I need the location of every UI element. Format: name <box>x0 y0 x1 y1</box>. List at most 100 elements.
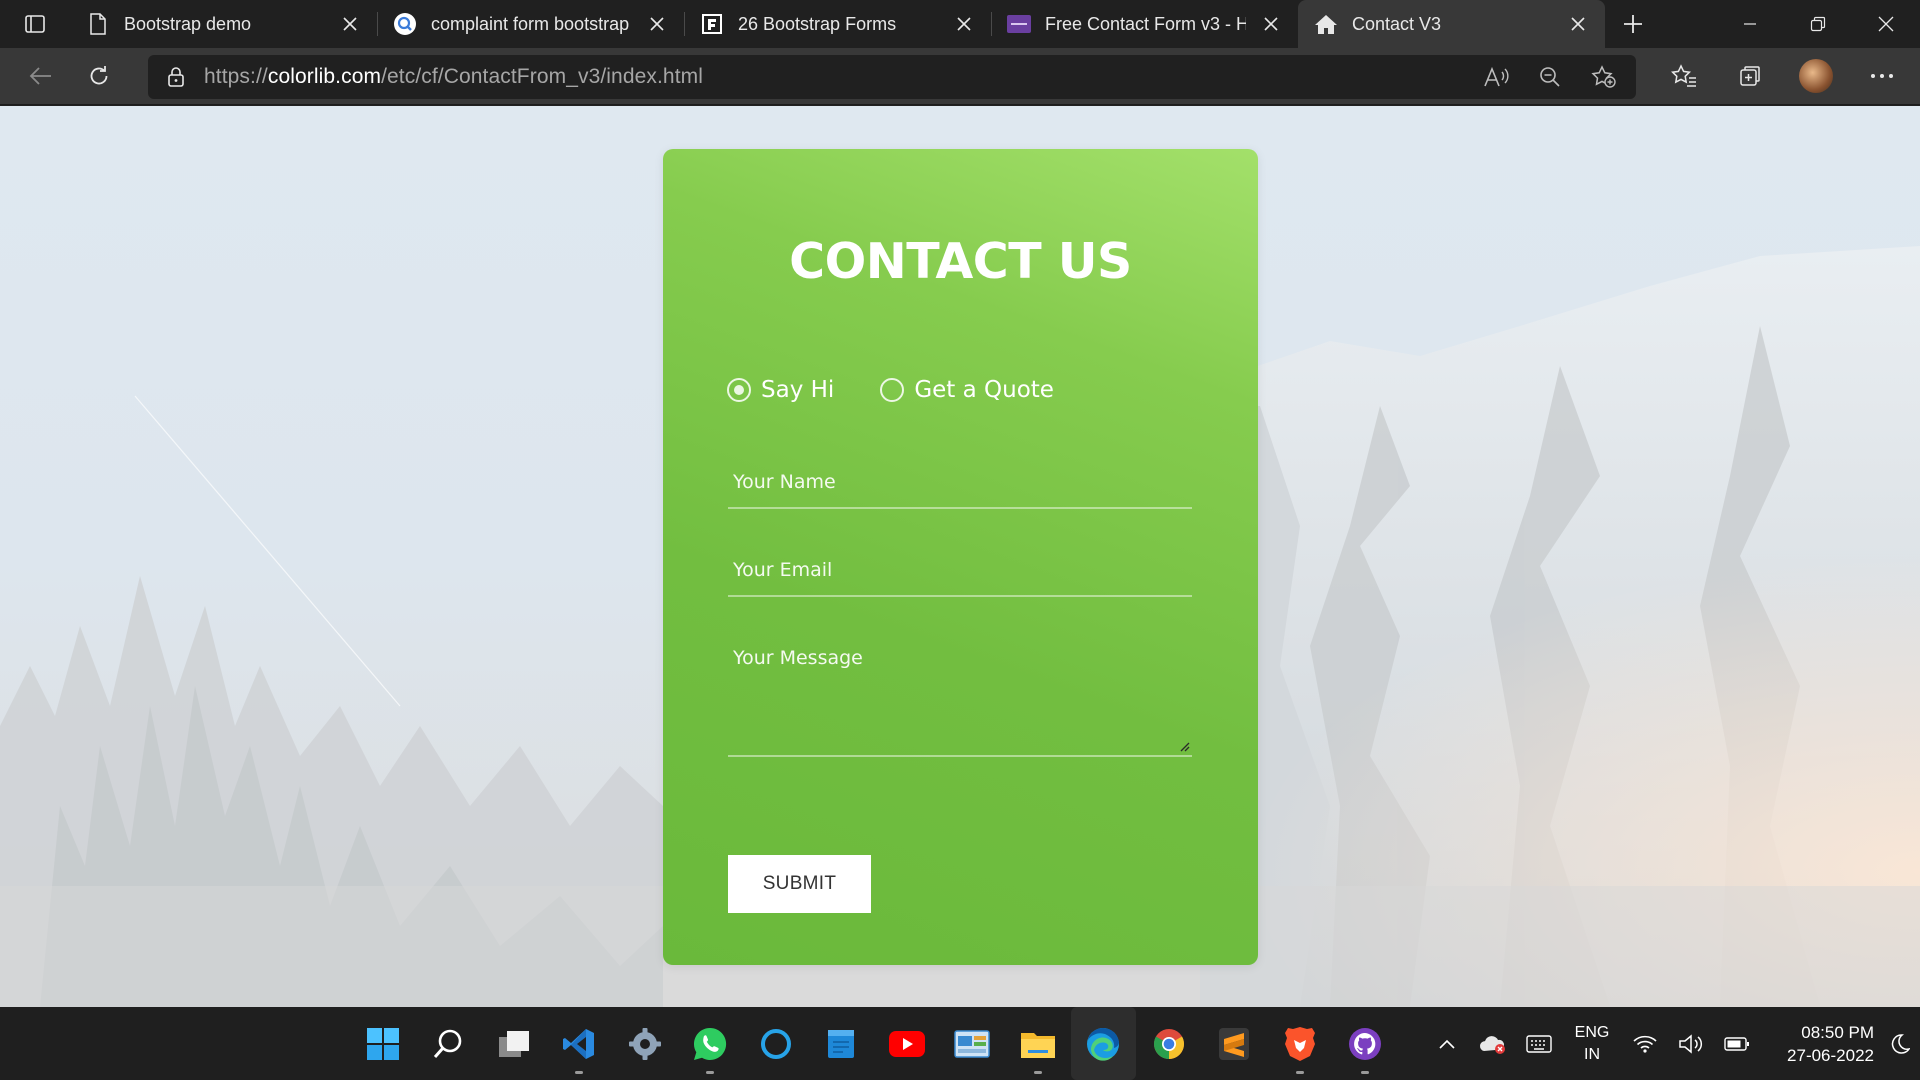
email-field[interactable]: Your Email <box>728 539 1192 597</box>
github-desktop-icon[interactable] <box>1333 1007 1399 1080</box>
toolbar-right-actions <box>1656 56 1910 96</box>
windows-taskbar: ENG IN 08:50 PM 27-06-2022 <box>0 1007 1920 1080</box>
search-icon[interactable] <box>416 1007 482 1080</box>
lock-icon[interactable] <box>148 66 204 88</box>
radio-checked-icon[interactable] <box>727 378 751 402</box>
home-icon <box>1314 12 1338 36</box>
show-hidden-icons-button[interactable] <box>1424 1038 1470 1050</box>
more-icon <box>1871 74 1893 78</box>
form-heading: CONTACT US <box>789 233 1132 290</box>
restore-icon <box>1810 16 1826 32</box>
youtube-icon[interactable] <box>874 1007 940 1080</box>
radio-label: Say Hi <box>761 377 835 403</box>
sublime-text-icon[interactable] <box>1202 1007 1268 1080</box>
tab-free-contact-form[interactable]: Free Contact Form v3 - HT <box>991 0 1298 48</box>
radio-say-hi[interactable]: Say Hi <box>727 377 834 403</box>
radio-unchecked-icon[interactable] <box>880 378 905 402</box>
region-code: IN <box>1584 1045 1600 1063</box>
wifi-icon[interactable] <box>1622 1034 1668 1054</box>
tab-strip: Bootstrap demo complaint form bootstrap … <box>0 0 1920 48</box>
name-field[interactable]: Your Name <box>728 451 1192 509</box>
cortana-icon[interactable] <box>743 1007 809 1080</box>
onedrive-icon[interactable] <box>1470 1033 1516 1055</box>
browser-toolbar: https://colorlib.com/etc/cf/ContactFrom_… <box>0 48 1920 105</box>
system-tray: ENG IN 08:50 PM 27-06-2022 <box>1424 1007 1920 1080</box>
back-button[interactable] <box>14 56 68 96</box>
windows-start-icon[interactable] <box>350 1007 416 1080</box>
new-tab-button[interactable] <box>1605 0 1661 48</box>
focus-assist-icon[interactable] <box>1880 1033 1920 1055</box>
restore-button[interactable] <box>1784 0 1852 48</box>
url-text[interactable]: https://colorlib.com/etc/cf/ContactFrom_… <box>204 65 703 89</box>
window-controls <box>1716 0 1920 48</box>
control-panel-icon[interactable] <box>940 1007 1006 1080</box>
refresh-button[interactable] <box>72 56 126 96</box>
whatsapp-icon[interactable] <box>678 1007 744 1080</box>
zoom-out-button[interactable] <box>1526 66 1574 88</box>
notepad-icon[interactable] <box>809 1007 875 1080</box>
close-window-button[interactable] <box>1852 0 1920 48</box>
page-icon <box>86 12 110 36</box>
profile-button[interactable] <box>1788 56 1844 96</box>
contact-form-card: CONTACT US Say Hi Get a Quote Your Name … <box>663 149 1258 965</box>
url-prefix: https:// <box>204 65 268 88</box>
tab-title: complaint form bootstrap <box>431 13 630 34</box>
tab-actions-button[interactable] <box>0 0 70 48</box>
close-icon[interactable] <box>953 13 975 35</box>
url-path: /etc/cf/ContactFrom_v3/index.html <box>381 65 703 88</box>
collections-button[interactable] <box>1722 56 1778 96</box>
message-field[interactable]: Your Message <box>728 627 1192 757</box>
message-placeholder: Your Message <box>733 647 863 669</box>
name-placeholder: Your Name <box>733 471 836 493</box>
resize-handle-icon[interactable] <box>1178 740 1190 752</box>
tab-title: 26 Bootstrap Forms <box>738 13 897 34</box>
vscode-icon[interactable] <box>547 1007 613 1080</box>
input-language-indicator[interactable]: ENG IN <box>1562 1022 1622 1066</box>
close-icon[interactable] <box>646 13 668 35</box>
task-view-icon[interactable] <box>481 1007 547 1080</box>
add-favorite-button[interactable] <box>1580 65 1628 89</box>
close-icon[interactable] <box>1567 13 1589 35</box>
favorites-icon <box>1671 64 1696 87</box>
back-arrow-icon <box>29 67 51 85</box>
tab-actions-icon <box>25 15 45 33</box>
search-icon <box>393 12 417 36</box>
clock[interactable]: 08:50 PM 27-06-2022 <box>1760 1021 1880 1067</box>
favorites-button[interactable] <box>1656 56 1712 96</box>
radio-get-a-quote[interactable]: Get a Quote <box>880 377 1054 403</box>
minimize-button[interactable] <box>1716 0 1784 48</box>
submit-button[interactable]: SUBMIT <box>728 855 871 913</box>
close-icon[interactable] <box>1260 13 1282 35</box>
address-bar[interactable]: https://colorlib.com/etc/cf/ContactFrom_… <box>148 55 1636 99</box>
volume-icon[interactable] <box>1668 1033 1714 1055</box>
plus-icon <box>1624 15 1642 33</box>
read-aloud-button[interactable] <box>1472 66 1520 88</box>
collections-icon <box>1740 66 1760 86</box>
settings-icon[interactable] <box>612 1007 678 1080</box>
tab-title: Free Contact Form v3 - HT <box>1045 13 1246 34</box>
minimize-icon <box>1744 23 1756 25</box>
keyboard-icon[interactable] <box>1516 1034 1562 1053</box>
refresh-icon <box>90 66 108 85</box>
tab-complaint-form[interactable]: complaint form bootstrap <box>377 0 684 48</box>
close-icon[interactable] <box>339 13 361 35</box>
brave-icon[interactable] <box>1267 1007 1333 1080</box>
taskbar-apps <box>350 1007 1398 1080</box>
chrome-icon[interactable] <box>1136 1007 1202 1080</box>
battery-icon[interactable] <box>1714 1036 1760 1052</box>
chevron-up-icon <box>1439 1039 1455 1049</box>
date-text: 27-06-2022 <box>1787 1045 1874 1065</box>
avatar <box>1799 59 1833 93</box>
zoom-out-icon <box>1540 67 1560 87</box>
tab-contact-v3[interactable]: Contact V3 <box>1298 0 1605 48</box>
language-code: ENG <box>1574 1023 1610 1041</box>
star-add-icon <box>1591 65 1616 88</box>
edge-icon[interactable] <box>1070 1007 1136 1080</box>
f-logo-icon <box>700 12 724 36</box>
file-explorer-icon[interactable] <box>1005 1007 1071 1080</box>
settings-more-button[interactable] <box>1854 56 1910 96</box>
tab-26-bootstrap-forms[interactable]: 26 Bootstrap Forms <box>684 0 991 48</box>
tab-bootstrap-demo[interactable]: Bootstrap demo <box>70 0 377 48</box>
radio-label: Get a Quote <box>914 377 1054 403</box>
tab-title: Bootstrap demo <box>124 13 252 34</box>
